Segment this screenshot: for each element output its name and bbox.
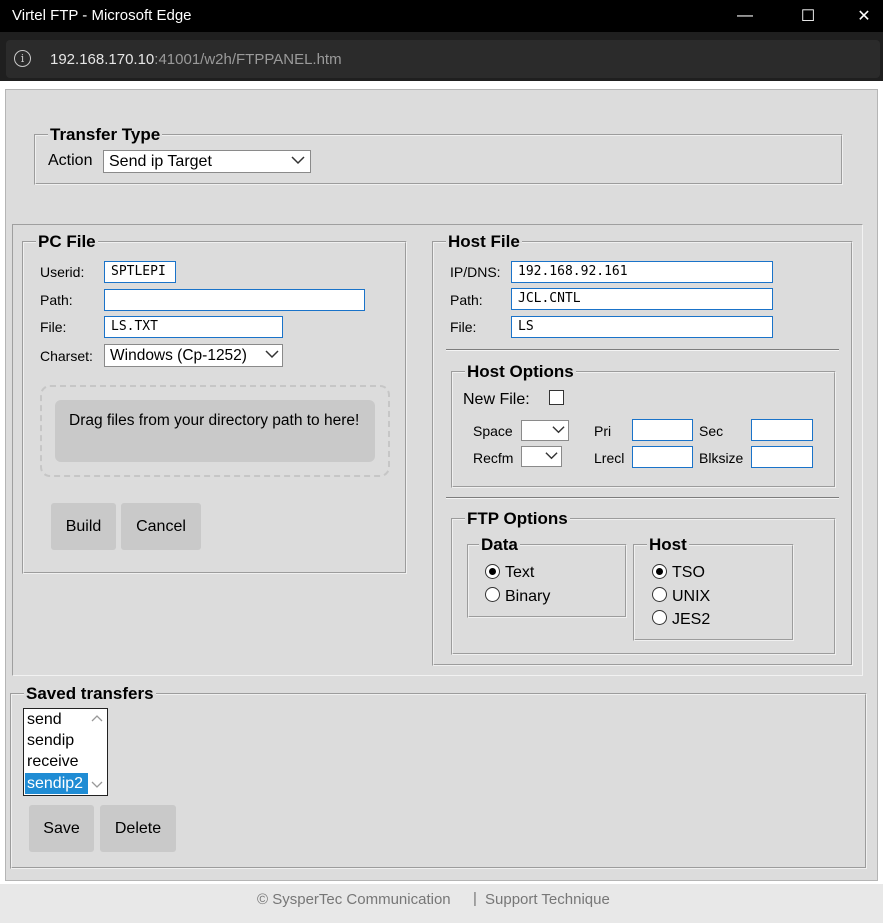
divider	[446, 349, 839, 351]
chevron-down-icon[interactable]	[90, 779, 104, 791]
host-type-legend: Host	[649, 535, 687, 554]
action-select[interactable]: Send ip Target	[103, 150, 311, 173]
action-select-value: Send ip Target	[109, 153, 212, 170]
close-icon[interactable]: ✕	[841, 0, 883, 32]
radio-binary-label: Binary	[505, 588, 551, 605]
radio-binary[interactable]	[485, 587, 500, 602]
action-label: Action	[48, 152, 93, 169]
blksize-label: Blksize	[699, 450, 744, 466]
url-path: :41001/w2h/FTPPANEL.htm	[154, 51, 342, 68]
ftp-options-legend: FTP Options	[467, 509, 568, 528]
radio-text-label: Text	[505, 564, 535, 581]
pc-file-label: File:	[40, 319, 67, 335]
recfm-select[interactable]	[521, 446, 562, 467]
chevron-down-icon	[265, 350, 279, 359]
new-file-label: New File:	[463, 391, 530, 408]
footer-copyright: © SysperTec Communication	[257, 891, 451, 908]
chevron-down-icon	[545, 452, 558, 460]
sec-label: Sec	[699, 423, 724, 439]
lrecl-label: Lrecl	[594, 450, 625, 466]
lrecl-input[interactable]	[632, 446, 693, 468]
list-item[interactable]: sendip2	[25, 773, 88, 794]
url-host: 192.168.170.10	[50, 51, 155, 68]
userid-label: Userid:	[40, 264, 85, 280]
saved-transfers-list[interactable]: send sendip receive sendip2	[23, 708, 108, 796]
cancel-button[interactable]: Cancel	[121, 503, 201, 550]
radio-tso-label: TSO	[672, 564, 705, 581]
save-button[interactable]: Save	[29, 805, 94, 852]
charset-label: Charset:	[40, 348, 93, 364]
radio-jes2[interactable]	[652, 610, 667, 625]
charset-select[interactable]: Windows (Cp-1252)	[104, 344, 283, 367]
list-item[interactable]: receive	[25, 751, 88, 772]
space-label: Space	[473, 423, 513, 439]
url-text[interactable]: 192.168.170.10:41001/w2h/FTPPANEL.htm	[50, 51, 342, 68]
pc-path-label: Path:	[40, 292, 73, 308]
footer-support-link[interactable]: Support Technique	[485, 891, 610, 908]
host-file-legend: Host File	[448, 232, 520, 251]
pc-path-input[interactable]	[104, 289, 365, 311]
radio-tso[interactable]	[652, 564, 667, 579]
footer-separator: |	[473, 890, 477, 907]
pc-file-input[interactable]: LS.TXT	[104, 316, 283, 338]
list-item[interactable]: send	[25, 709, 88, 730]
window-title-bar: Virtel FTP - Microsoft Edge — ☐ ✕	[0, 0, 883, 32]
divider	[446, 497, 839, 499]
userid-input[interactable]: SPTLEPI	[104, 261, 176, 283]
data-mode-legend: Data	[481, 535, 518, 554]
transfer-type-legend: Transfer Type	[50, 125, 161, 144]
build-button[interactable]: Build	[51, 503, 116, 550]
ipdns-label: IP/DNS:	[450, 264, 501, 280]
radio-jes2-label: JES2	[672, 611, 711, 628]
radio-text[interactable]	[485, 564, 500, 579]
maximize-icon[interactable]: ☐	[785, 0, 831, 32]
radio-unix-label: UNIX	[672, 588, 711, 605]
host-file-input[interactable]: LS	[511, 316, 773, 338]
chevron-up-icon[interactable]	[90, 712, 104, 724]
new-file-checkbox[interactable]	[549, 390, 564, 405]
delete-button[interactable]: Delete	[100, 805, 176, 852]
host-path-input[interactable]: JCL.CNTL	[511, 288, 773, 310]
site-info-icon[interactable]: i	[14, 50, 31, 67]
pc-file-legend: PC File	[38, 232, 96, 251]
host-path-label: Path:	[450, 292, 483, 308]
chevron-down-icon	[291, 156, 305, 165]
charset-select-value: Windows (Cp-1252)	[110, 347, 247, 364]
ipdns-input[interactable]: 192.168.92.161	[511, 261, 773, 283]
window-title: Virtel FTP - Microsoft Edge	[12, 7, 192, 24]
host-file-label: File:	[450, 319, 477, 335]
space-select[interactable]	[521, 420, 569, 441]
recfm-label: Recfm	[473, 450, 514, 466]
chevron-down-icon	[552, 426, 565, 434]
list-item[interactable]: sendip	[25, 730, 88, 751]
radio-unix[interactable]	[652, 587, 667, 602]
pri-input[interactable]	[632, 419, 693, 441]
blksize-input[interactable]	[751, 446, 813, 468]
host-options-legend: Host Options	[467, 362, 574, 381]
minimize-icon[interactable]: —	[722, 0, 768, 32]
saved-transfers-legend: Saved transfers	[26, 684, 154, 703]
drop-zone-message: Drag files from your directory path to h…	[55, 400, 375, 462]
sec-input[interactable]	[751, 419, 813, 441]
pri-label: Pri	[594, 423, 612, 439]
